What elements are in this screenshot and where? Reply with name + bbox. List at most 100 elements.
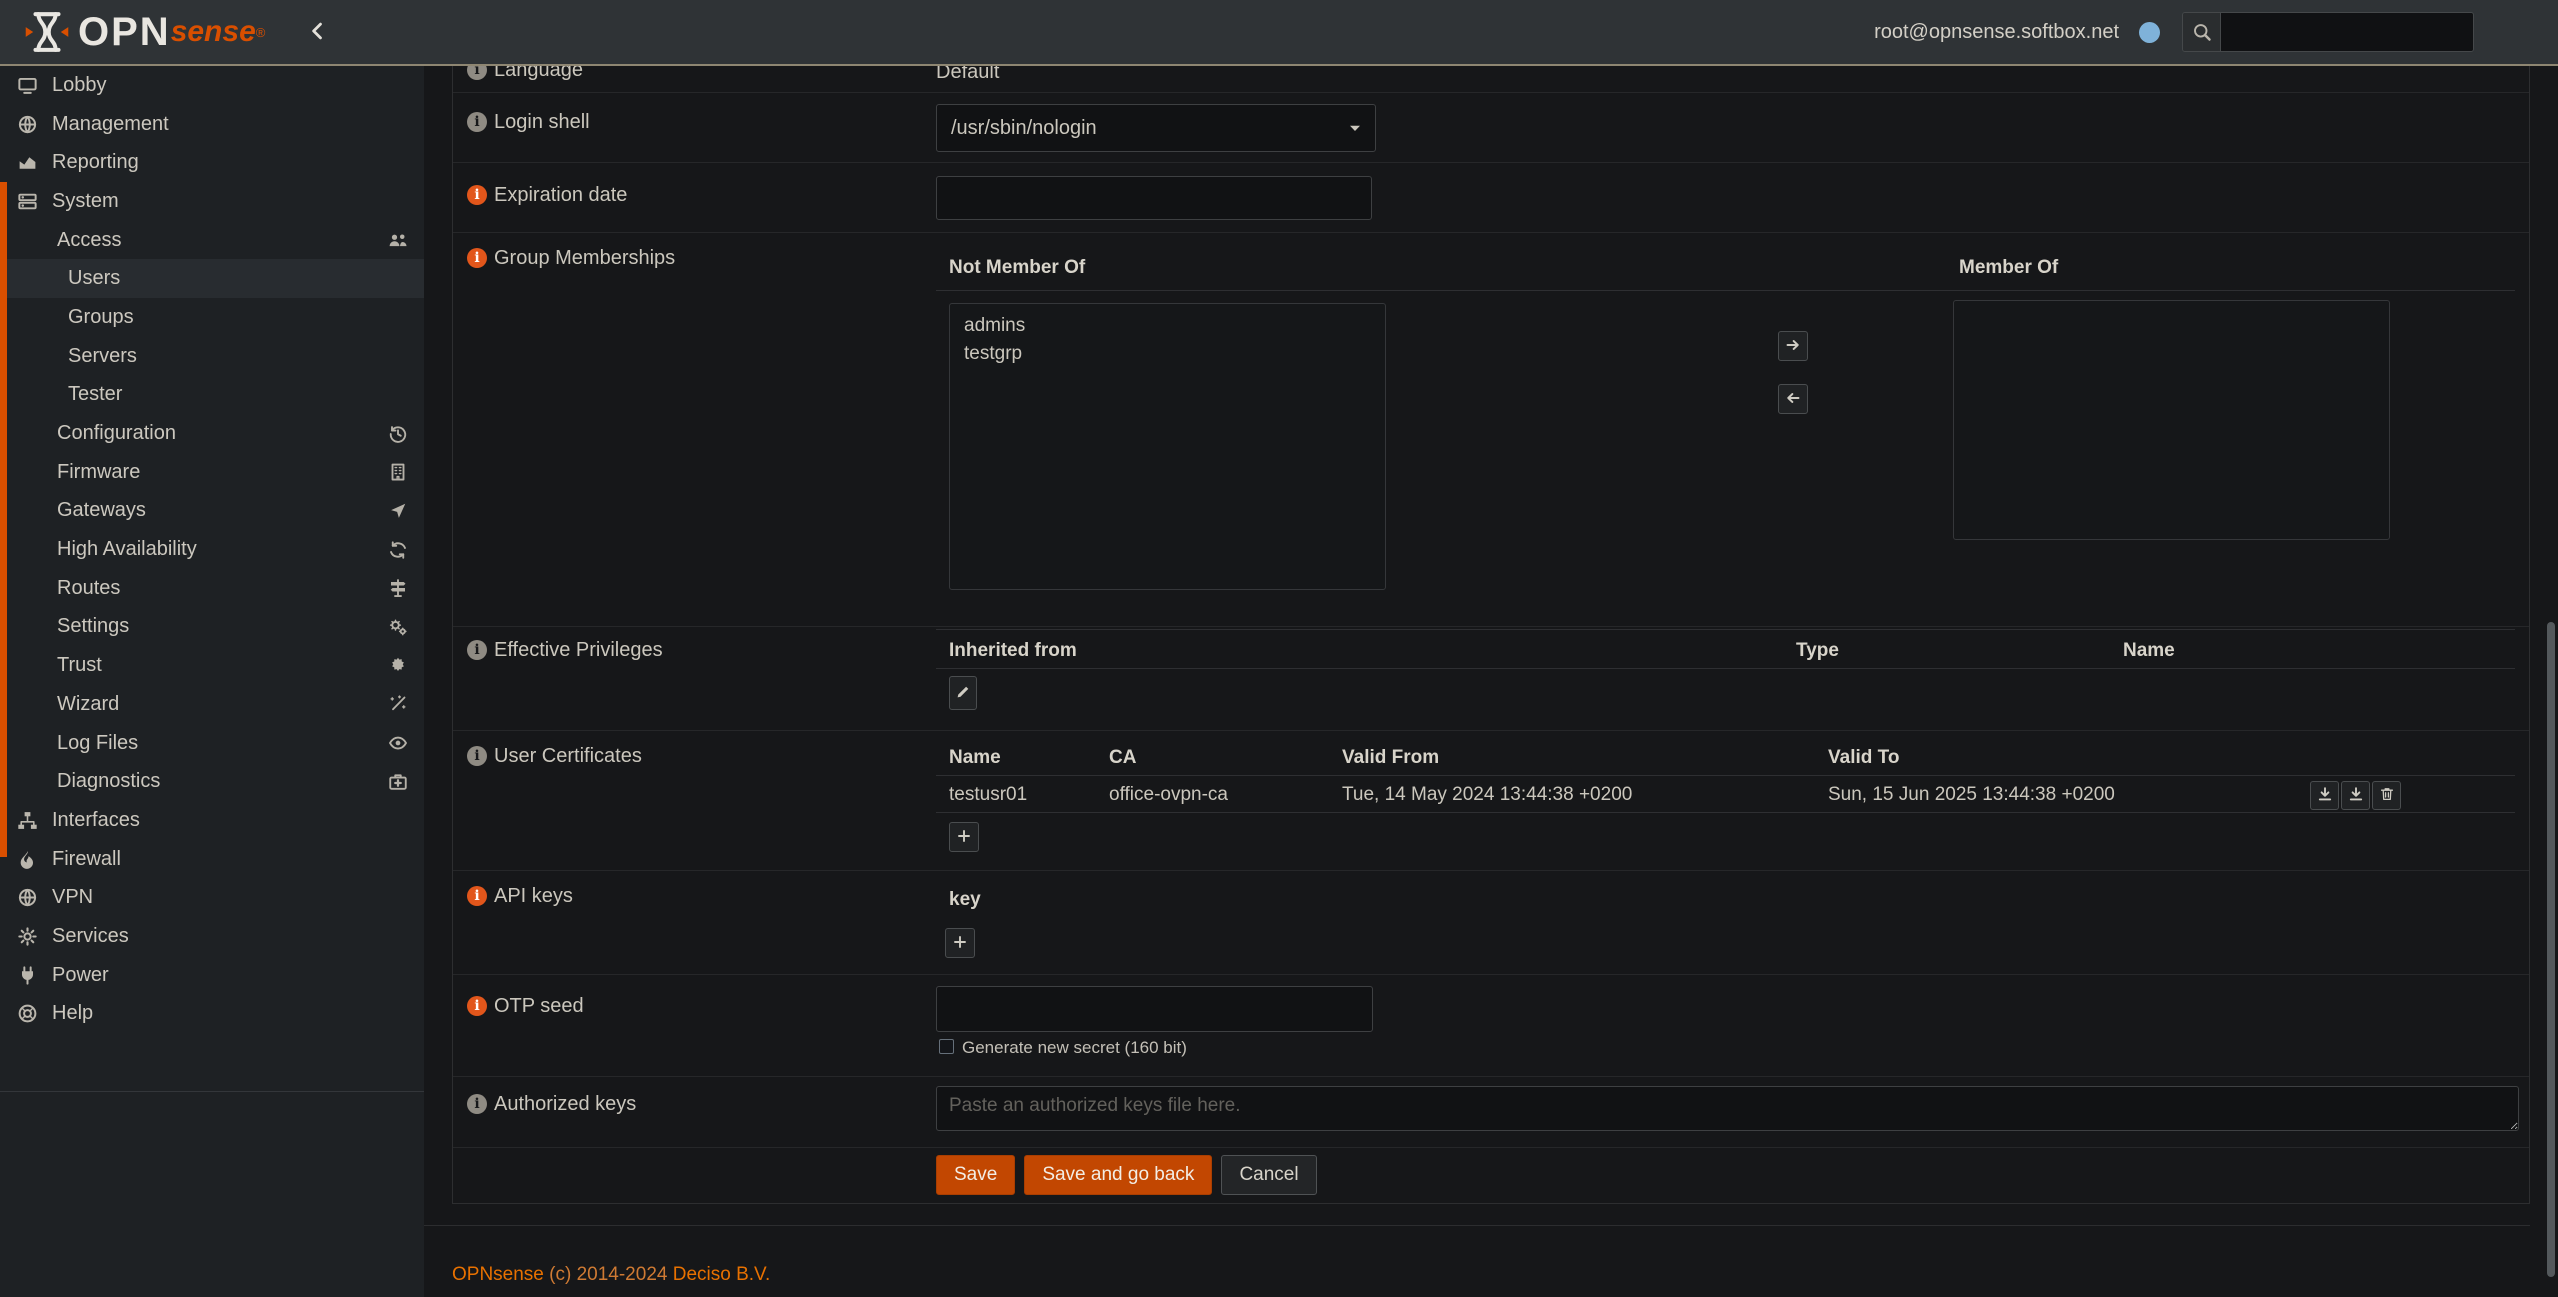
table-border: [936, 775, 2515, 776]
sidebar-item-help[interactable]: Help: [0, 995, 424, 1034]
sidebar-item-groups[interactable]: Groups: [0, 298, 424, 337]
sidebar-item-gateways[interactable]: Gateways: [0, 492, 424, 531]
medkit-icon: [388, 772, 408, 792]
cert-ca: office-ovpn-ca: [1109, 784, 1228, 806]
info-icon[interactable]: i: [467, 1094, 487, 1114]
brand-text-primary: OPN: [78, 10, 171, 55]
sidebar-item-label: Settings: [57, 615, 129, 638]
sidebar-item-servers[interactable]: Servers: [0, 337, 424, 376]
sidebar-item-label: High Availability: [57, 538, 197, 561]
info-icon[interactable]: i: [467, 746, 487, 766]
sidebar-item-label: Services: [52, 925, 129, 948]
location-arrow-icon: [388, 501, 408, 521]
sidebar-item-firmware[interactable]: Firmware: [0, 453, 424, 492]
refresh-icon: [388, 540, 408, 560]
delete-certificate-button[interactable]: [2372, 781, 2401, 810]
sidebar-item-label: VPN: [52, 886, 93, 909]
sidebar-item-log-files[interactable]: Log Files: [0, 724, 424, 763]
opnsense-logo[interactable]: OPNsense®: [24, 9, 265, 55]
sidebar-item-tester[interactable]: Tester: [0, 376, 424, 415]
info-icon[interactable]: i: [467, 886, 487, 906]
field-label: Login shell: [494, 111, 590, 133]
header-divider: [936, 290, 2515, 291]
eye-icon: [388, 733, 408, 753]
download-certificate-button[interactable]: [2310, 781, 2339, 810]
generate-secret-label: Generate new secret (160 bit): [962, 1038, 1187, 1058]
sidebar-item-diagnostics[interactable]: Diagnostics: [0, 762, 424, 801]
sidebar-item-routes[interactable]: Routes: [0, 569, 424, 608]
fire-icon: [12, 849, 42, 870]
info-icon[interactable]: i: [467, 185, 487, 205]
sidebar: LobbyManagement Reporting SystemAccessUser…: [0, 66, 424, 1297]
caret-down-icon: [1345, 118, 1365, 138]
add-certificate-button[interactable]: [949, 822, 979, 852]
sidebar-item-vpn[interactable]: VPN: [0, 878, 424, 917]
add-api-key-button[interactable]: [945, 928, 975, 958]
listbox-option-admins[interactable]: admins: [950, 312, 1385, 340]
login-shell-selected-value: /usr/sbin/nologin: [951, 117, 1097, 140]
privileges-col-inherited-from: Inherited from: [949, 640, 1077, 662]
certs-col-valid-to: Valid To: [1828, 747, 1899, 769]
otp-seed-input[interactable]: [936, 986, 1373, 1032]
arrow-left-icon: [1785, 390, 1801, 409]
info-icon[interactable]: i: [467, 112, 487, 132]
generate-secret-checkbox[interactable]: [939, 1039, 954, 1054]
sidebar-item-configuration[interactable]: Configuration: [0, 414, 424, 453]
sidebar-item-power[interactable]: Power: [0, 956, 424, 995]
sidebar-item-trust[interactable]: Trust: [0, 646, 424, 685]
edit-privileges-button[interactable]: [949, 676, 977, 710]
trash-icon: [2379, 786, 2395, 805]
footer-opnsense-link[interactable]: OPNsense: [452, 1264, 544, 1285]
sidebar-item-management[interactable]: Management: [0, 105, 424, 144]
sidebar-collapse-button[interactable]: [303, 17, 333, 47]
desktop-icon: [12, 75, 42, 96]
sidebar-item-system[interactable]: System: [0, 182, 424, 221]
sidebar-item-label: Wizard: [57, 693, 119, 716]
api-keys-col-key: key: [949, 889, 981, 911]
search-input[interactable]: [2221, 13, 2473, 51]
expiration-date-input[interactable]: [936, 176, 1372, 220]
sidebar-item-users[interactable]: Users: [0, 259, 424, 298]
footer-deciso-link[interactable]: Deciso B.V.: [673, 1264, 771, 1285]
sidebar-item-settings[interactable]: Settings: [0, 608, 424, 647]
listbox-option-testgrp[interactable]: testgrp: [950, 340, 1385, 368]
not-member-of-header: Not Member Of: [949, 257, 1085, 279]
sidebar-item-access[interactable]: Access: [0, 221, 424, 260]
form-row-effective-privileges: i Effective Privileges Inherited from Ty…: [453, 627, 2529, 731]
gear-icon: [12, 926, 42, 947]
authorized-keys-textarea[interactable]: [936, 1086, 2519, 1131]
move-to-member-button[interactable]: [1778, 331, 1808, 361]
logged-in-user: root@opnsense.softbox.net: [1874, 21, 2119, 44]
save-and-go-back-button[interactable]: Save and go back: [1024, 1155, 1212, 1195]
not-member-of-listbox[interactable]: adminstestgrp: [949, 303, 1386, 590]
cancel-button[interactable]: Cancel: [1221, 1155, 1316, 1195]
sidebar-item-label: Reporting: [52, 151, 139, 174]
sidebar-item-reporting[interactable]: Reporting: [0, 143, 424, 182]
form-row-language: i Language Default: [453, 66, 2529, 93]
magic-wand-icon: [388, 694, 408, 714]
cert-valid-to: Sun, 15 Jun 2025 13:44:38 +0200: [1828, 784, 2115, 806]
form-row-authorized-keys: i Authorized keys: [453, 1077, 2529, 1148]
sidebar-item-label: Routes: [57, 577, 120, 600]
download-ca-button[interactable]: [2341, 781, 2370, 810]
privileges-col-type: Type: [1796, 640, 1839, 662]
sidebar-item-services[interactable]: Services: [0, 917, 424, 956]
info-icon[interactable]: i: [467, 66, 487, 80]
user-edit-form: i Language Default i Login shell /usr/sb…: [452, 66, 2530, 1204]
info-icon[interactable]: i: [467, 996, 487, 1016]
login-shell-select[interactable]: /usr/sbin/nologin: [936, 104, 1376, 152]
form-row-api-keys: i API keys key: [453, 871, 2529, 975]
sidebar-item-lobby[interactable]: Lobby: [0, 66, 424, 105]
remove-from-member-button[interactable]: [1778, 384, 1808, 414]
member-of-listbox[interactable]: [1953, 300, 2390, 540]
sidebar-item-high-availability[interactable]: High Availability: [0, 530, 424, 569]
active-section-strip: [0, 182, 7, 857]
info-icon[interactable]: i: [467, 248, 487, 268]
sidebar-item-interfaces[interactable]: Interfaces: [0, 801, 424, 840]
info-icon[interactable]: i: [467, 640, 487, 660]
sidebar-item-firewall[interactable]: Firewall: [0, 840, 424, 879]
brand-trademark: ®: [256, 25, 266, 40]
sidebar-item-wizard[interactable]: Wizard: [0, 685, 424, 724]
save-button[interactable]: Save: [936, 1155, 1015, 1195]
page-scrollbar-thumb[interactable]: [2547, 622, 2555, 1277]
